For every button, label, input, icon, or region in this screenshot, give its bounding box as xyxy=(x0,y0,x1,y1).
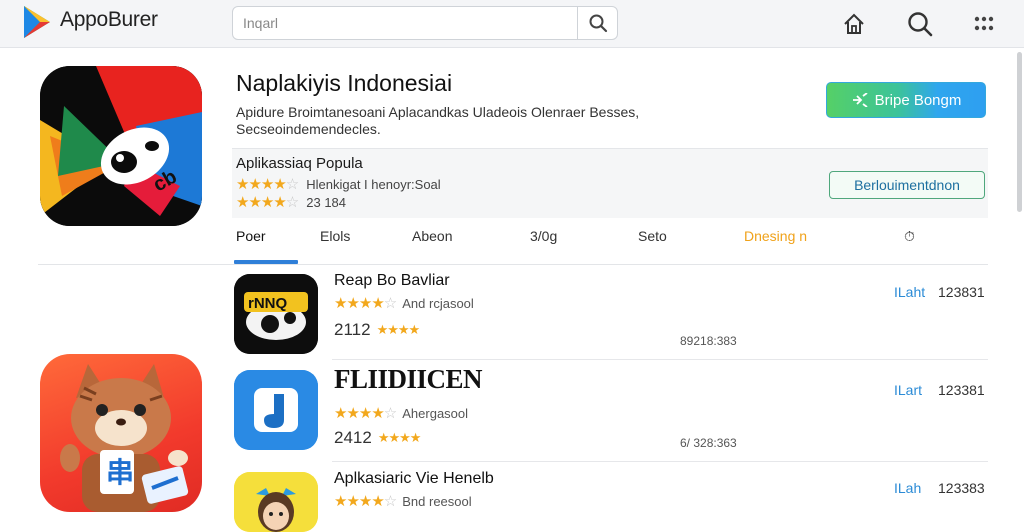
svg-text:串: 串 xyxy=(106,457,134,488)
star-rating: ★★★★☆ xyxy=(236,194,299,211)
app-store-logo-icon[interactable] xyxy=(22,4,52,40)
tab-4[interactable]: Seto xyxy=(638,228,667,244)
home-icon xyxy=(844,13,864,34)
star-rating: ★★★★☆ xyxy=(334,493,397,510)
list-item-developer-row: ★★★★☆ And rcjasool xyxy=(334,294,474,312)
list-item-count: 123381 xyxy=(938,382,985,398)
featured-app-icon[interactable]: cb xyxy=(40,66,202,226)
search-button[interactable] xyxy=(577,7,617,39)
app-description: Apidure Broimtanesoani Aplacandkas Ulade… xyxy=(236,104,640,137)
info-downloads-text: 23 184 xyxy=(306,194,347,210)
featured-app-artwork-icon: cb xyxy=(40,66,202,226)
tab-2[interactable]: Abeon xyxy=(412,228,452,244)
app-title: Naplakiyis Indonesiai xyxy=(236,70,453,96)
search-icon xyxy=(589,14,607,33)
list-item-count: 123831 xyxy=(938,284,985,300)
list-item-icon: rNNQ xyxy=(234,274,318,354)
search-icon xyxy=(908,12,933,37)
list-item-developer: Ahergasool xyxy=(402,405,469,421)
list-item-meta: 89218:383 xyxy=(680,334,737,348)
list-item-rating-row: 2412 ★★★★ xyxy=(334,428,422,448)
star-rating: ★★★★ xyxy=(377,430,422,445)
game-icon: rNNQ xyxy=(234,274,318,354)
list-item-developer-row: ★★★★☆ Bnd reesool xyxy=(334,492,472,510)
list-item[interactable]: FLIIDIICEN ★★★★☆ Ahergasool 2412 ★★★★ 6/… xyxy=(232,360,992,462)
star-rating: ★★★★☆ xyxy=(236,176,299,193)
install-button-label: Bripe Bongm xyxy=(874,91,962,109)
star-rating: ★★★★☆ xyxy=(334,295,397,312)
list-item-rating-row: 2112 ★★★★ xyxy=(334,320,421,340)
promo-app-icon[interactable]: 串 xyxy=(40,354,202,512)
info-downloads-row: ★★★★☆ 23 184 xyxy=(236,193,346,211)
scrollbar[interactable] xyxy=(1017,52,1022,212)
secondary-action-label: Berlouimentdnon xyxy=(854,177,960,193)
list-item-icon xyxy=(234,472,318,532)
list-item-title[interactable]: FLIIDIICEN xyxy=(334,364,483,395)
home-button[interactable] xyxy=(838,8,870,40)
girl-character-icon xyxy=(234,472,318,532)
list-item-action[interactable]: ILart xyxy=(894,382,922,398)
list-item-count: 123383 xyxy=(938,480,985,496)
secondary-action-button[interactable]: Berlouimentdnon xyxy=(829,171,985,199)
info-category: Aplikassiaq Popula xyxy=(236,155,363,172)
brand-name[interactable]: AppoBurer xyxy=(60,8,158,32)
svg-text:rNNQ: rNNQ xyxy=(248,295,288,312)
music-note-icon xyxy=(234,370,318,450)
search-input[interactable] xyxy=(233,7,579,39)
info-rating-text: Hlenkigat I henoyr:Soal xyxy=(306,176,441,192)
list-item-developer-row: ★★★★☆ Ahergasool xyxy=(334,404,468,422)
tab-6[interactable]: ⏱ xyxy=(904,228,915,245)
tab-3[interactable]: 3/0g xyxy=(530,228,557,244)
list-item-developer: Bnd reesool xyxy=(402,493,472,509)
list-item-rating-text: 2412 xyxy=(334,428,372,447)
star-rating: ★★★★☆ xyxy=(334,405,397,422)
top-search-button[interactable] xyxy=(904,8,936,40)
install-button[interactable]: Bripe Bongm xyxy=(826,82,986,118)
list-item-action[interactable]: ILah xyxy=(894,480,921,496)
search-box[interactable] xyxy=(232,6,618,40)
list-item-icon xyxy=(234,370,318,450)
tab-1[interactable]: Elols xyxy=(320,228,350,244)
list-item-rating-text: 2112 xyxy=(334,320,371,339)
info-rating-row: ★★★★☆ Hlenkigat I henoyr:Soal xyxy=(236,175,441,193)
list-item-title[interactable]: Reap Bo Bavliar xyxy=(334,272,450,290)
top-bar: AppoBurer xyxy=(0,0,1024,48)
list-item-action[interactable]: ILaht xyxy=(894,284,925,300)
star-rating: ★★★★ xyxy=(376,322,421,337)
tab-bar: Poer Elols Abeon 3/0g Seto Dnesing n ⏱ xyxy=(232,222,988,264)
list-item[interactable]: rNNQ Reap Bo Bavliar ★★★★☆ And rcjasool … xyxy=(232,264,992,360)
list-item-meta: 6/ 328:363 xyxy=(680,436,737,450)
share-icon xyxy=(852,93,868,107)
list-item[interactable]: Aplkasiaric Vie Henelb ★★★★☆ Bnd reesool… xyxy=(232,462,992,532)
tab-5[interactable]: Dnesing n xyxy=(744,228,807,244)
more-icon xyxy=(974,16,994,31)
cat-character-icon: 串 xyxy=(60,364,189,512)
more-button[interactable] xyxy=(968,8,1000,40)
list-item-developer: And rcjasool xyxy=(402,295,474,311)
tab-0[interactable]: Poer xyxy=(236,228,266,244)
list-item-title[interactable]: Aplkasiaric Vie Henelb xyxy=(334,470,494,488)
